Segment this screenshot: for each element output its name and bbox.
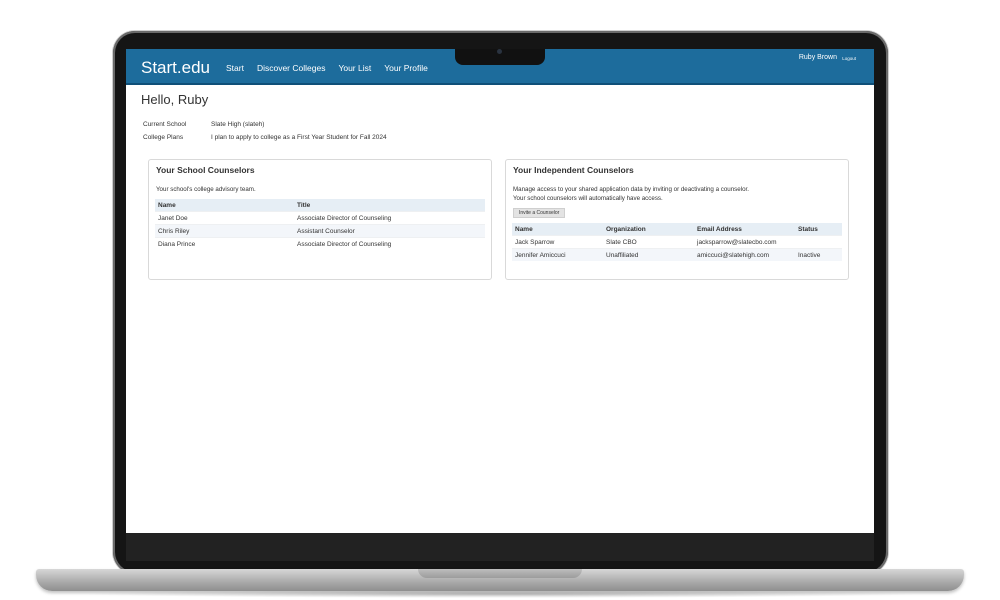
- column-header-name: Name: [512, 223, 603, 236]
- counselor-name: Jennifer Amiccuci: [512, 248, 603, 261]
- current-school-row: Current School Slate High (slateh): [143, 121, 264, 128]
- current-school-value: Slate High (slateh): [211, 121, 265, 128]
- nav-start[interactable]: Start: [226, 63, 244, 73]
- counselor-name: Diana Prince: [155, 237, 294, 250]
- table-row[interactable]: Chris Riley Assistant Counselor: [155, 224, 485, 238]
- nav-your-profile[interactable]: Your Profile: [384, 63, 428, 73]
- column-header-email: Email Address: [694, 223, 795, 236]
- counselor-status: Inactive: [795, 248, 842, 261]
- laptop-shadow: [80, 590, 920, 598]
- main-nav: Start Discover Colleges Your List Your P…: [226, 63, 441, 73]
- college-plans-label: College Plans: [143, 134, 184, 141]
- laptop-base-notch: [418, 569, 582, 578]
- school-counselors-panel: Your School Counselors Your school's col…: [148, 159, 492, 280]
- invite-counselor-button[interactable]: Invite a Counselor: [513, 208, 566, 218]
- counselor-organization: Slate CBO: [603, 235, 694, 249]
- school-counselors-title: Your School Counselors: [156, 165, 255, 175]
- laptop-screen: Start.edu Start Discover Colleges Your L…: [126, 49, 874, 533]
- nav-discover-colleges[interactable]: Discover Colleges: [257, 63, 326, 73]
- camera-icon: [497, 49, 502, 54]
- independent-counselors-panel: Your Independent Counselors Manage acces…: [505, 159, 849, 280]
- table-row[interactable]: Diana Prince Associate Director of Couns…: [155, 237, 485, 250]
- counselor-name: Jack Sparrow: [512, 235, 603, 249]
- counselor-title: Associate Director of Counseling: [294, 211, 485, 225]
- independent-counselors-title: Your Independent Counselors: [513, 165, 634, 175]
- column-header-name: Name: [155, 199, 294, 212]
- nav-your-list[interactable]: Your List: [338, 63, 371, 73]
- college-plans-row: College Plans I plan to apply to college …: [143, 134, 387, 141]
- independent-counselors-description-1: Manage access to your shared application…: [513, 186, 749, 193]
- counselor-email[interactable]: jacksparrow@slatecbo.com: [694, 235, 795, 249]
- counselor-name: Janet Doe: [155, 211, 294, 225]
- table-row[interactable]: Jennifer Amiccuci Unaffiliated amiccuci@…: [512, 248, 842, 261]
- logout-link[interactable]: Logout: [842, 56, 856, 61]
- table-header-row: Name Organization Email Address Status: [512, 223, 842, 236]
- column-header-status: Status: [795, 223, 842, 236]
- school-counselors-table: Name Title Janet Doe Associate Director …: [155, 199, 485, 250]
- independent-counselors-table: Name Organization Email Address Status J…: [512, 223, 842, 261]
- college-plans-value: I plan to apply to college as a First Ye…: [211, 134, 387, 141]
- counselor-organization: Unaffiliated: [603, 248, 694, 261]
- counselor-title: Assistant Counselor: [294, 224, 485, 238]
- current-school-label: Current School: [143, 121, 187, 128]
- counselor-status: [795, 235, 842, 249]
- brand-logo[interactable]: Start.edu: [141, 58, 210, 78]
- counselor-title: Associate Director of Counseling: [294, 237, 485, 250]
- user-name[interactable]: Ruby Brown: [799, 54, 837, 61]
- screen-bezel-bottom: [126, 533, 874, 561]
- school-counselors-description: Your school's college advisory team.: [156, 186, 256, 193]
- counselor-name: Chris Riley: [155, 224, 294, 238]
- table-row[interactable]: Janet Doe Associate Director of Counseli…: [155, 211, 485, 225]
- page-title: Hello, Ruby: [141, 92, 209, 107]
- counselor-email[interactable]: amiccuci@slatehigh.com: [694, 248, 795, 261]
- column-header-title: Title: [294, 199, 485, 212]
- table-header-row: Name Title: [155, 199, 485, 212]
- column-header-organization: Organization: [603, 223, 694, 236]
- independent-counselors-description-2: Your school counselors will automaticall…: [513, 195, 663, 202]
- table-row[interactable]: Jack Sparrow Slate CBO jacksparrow@slate…: [512, 235, 842, 249]
